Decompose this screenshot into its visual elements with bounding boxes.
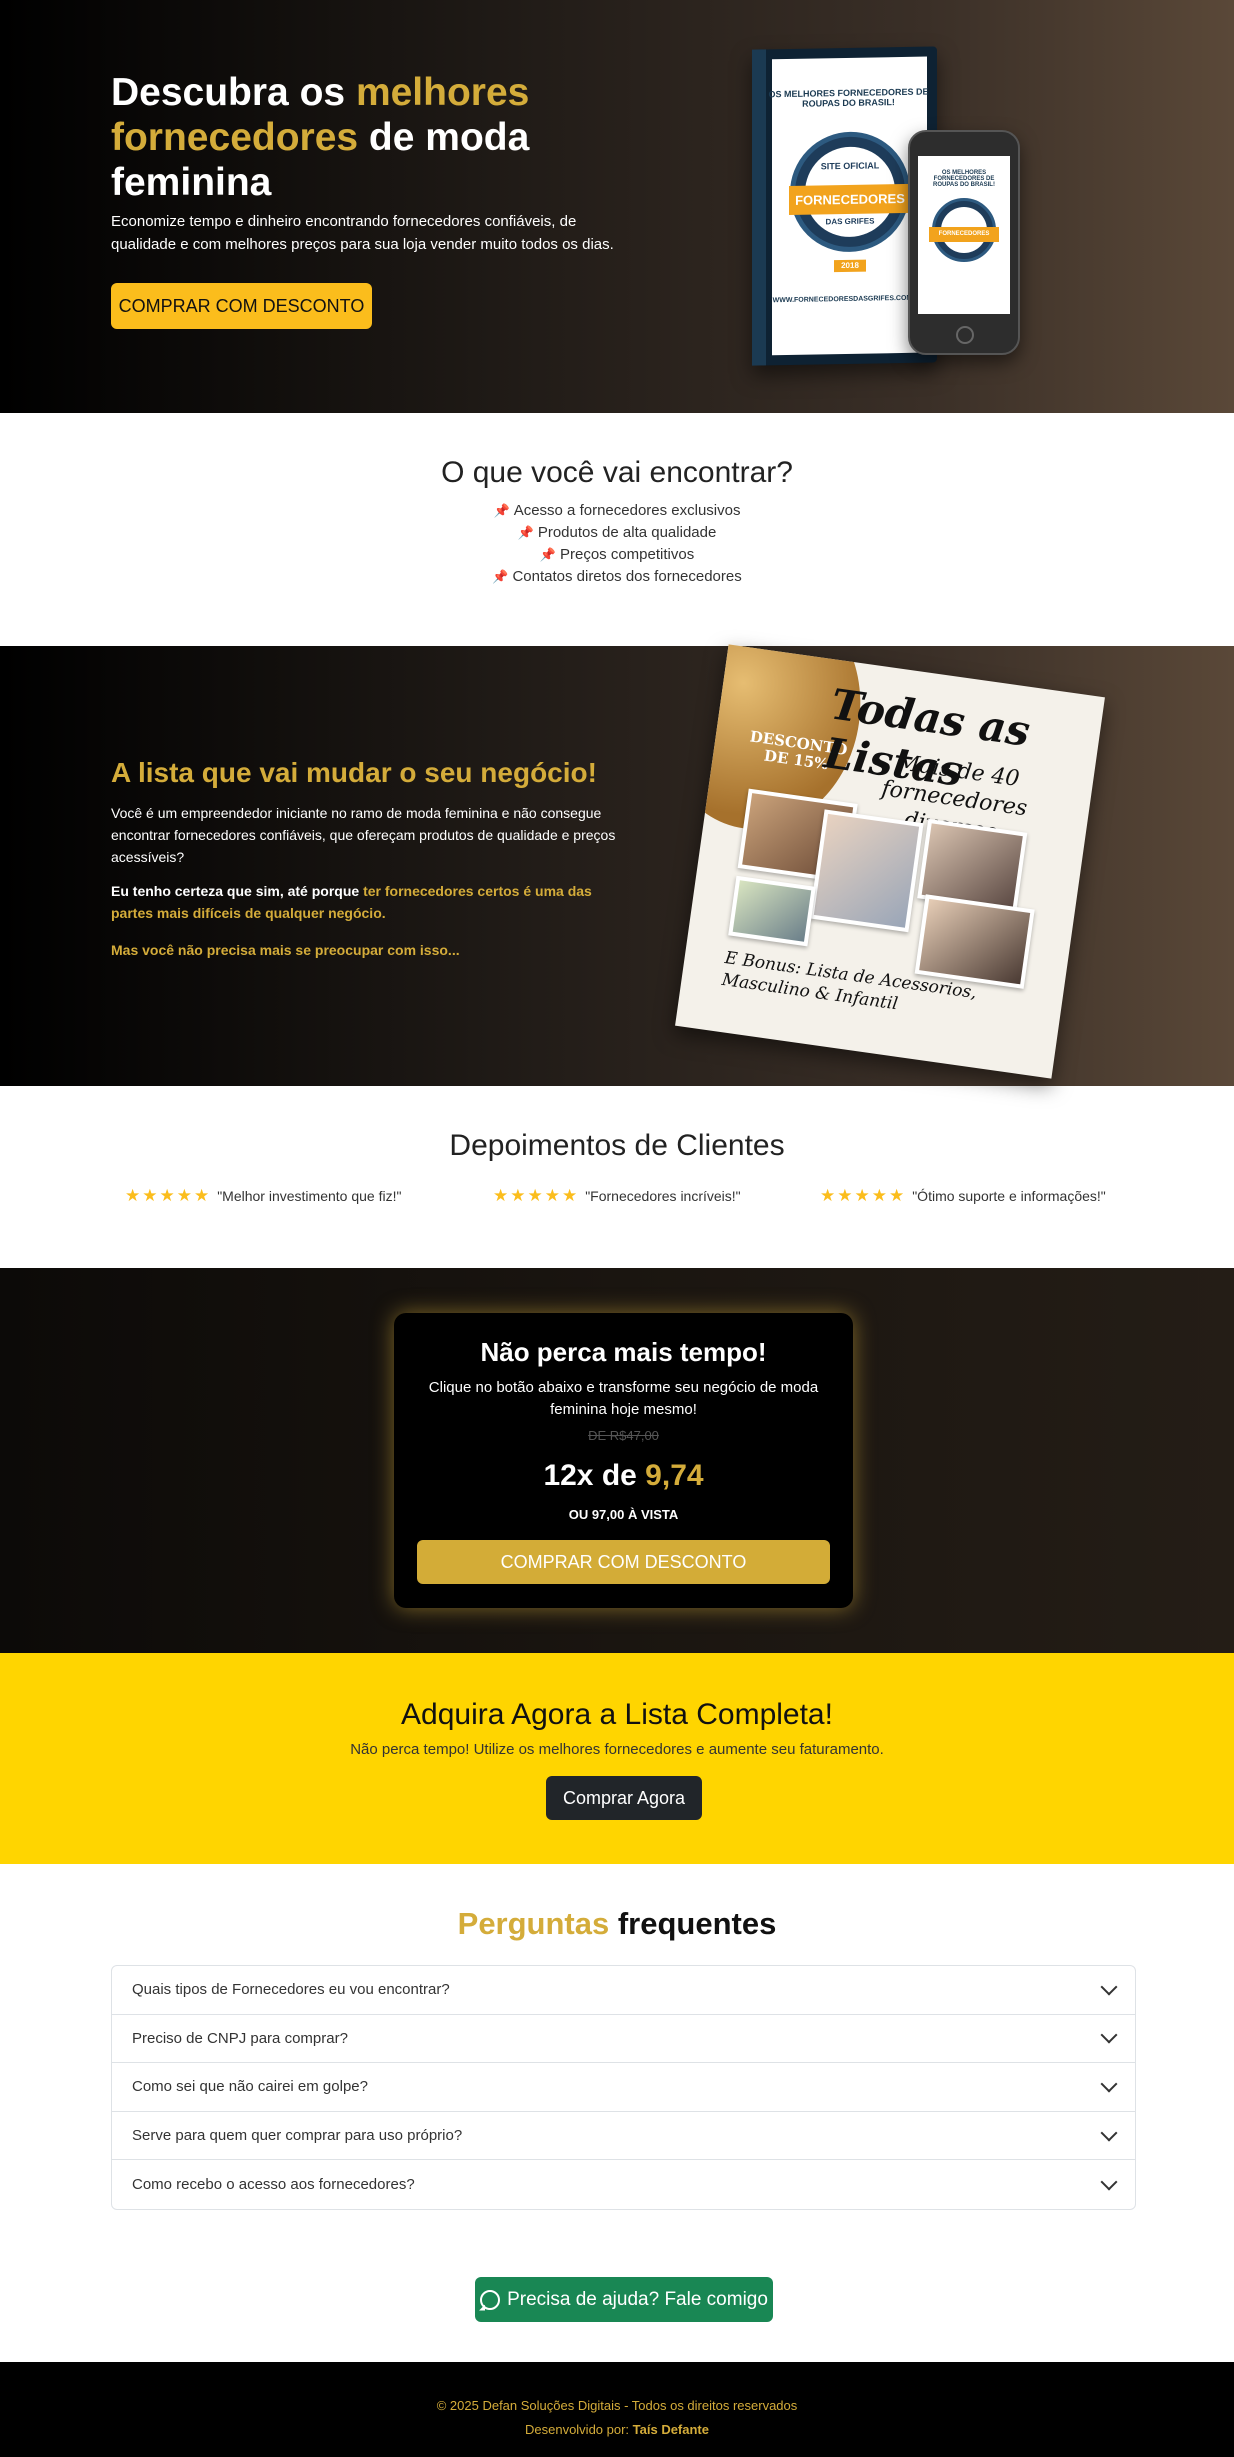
phone-seal: FORNECEDORES	[929, 198, 999, 262]
phone-home-button	[956, 326, 974, 344]
hero-buy-button[interactable]: COMPRAR COM DESCONTO	[111, 283, 372, 329]
testimonial-item: ★★★★★ "Melhor investimento que fiz!"	[125, 1186, 402, 1205]
whatsapp-icon	[480, 2289, 501, 2310]
feature-item: 📌 Produtos de alta qualidade	[517, 524, 717, 541]
faq-item[interactable]: Serve para quem quer comprar para uso pr…	[112, 2112, 1135, 2161]
faq-item[interactable]: Quais tipos de Fornecedores eu vou encon…	[112, 1966, 1135, 2015]
star-rating-icon: ★★★★★	[125, 1186, 212, 1205]
phone-top-text: OS MELHORES FORNECEDORES DE ROUPAS DO BR…	[933, 170, 995, 188]
footer: © 2025 Defan Soluções Digitais - Todos o…	[0, 2362, 1234, 2457]
fashion-photo	[914, 894, 1035, 989]
faq-question: Como recebo o acesso aos fornecedores?	[132, 2176, 415, 2194]
faq-question: Serve para quem quer comprar para uso pr…	[132, 2127, 463, 2145]
cash-price: OU 97,00 À VISTA	[568, 1507, 679, 1522]
pin-icon: 📌	[492, 569, 509, 584]
fashion-photo	[809, 809, 924, 933]
faq-question: Quais tipos de Fornecedores eu vou encon…	[132, 1981, 450, 1999]
offer-title: Não perca mais tempo!	[480, 1337, 767, 1367]
phone-mockup: OS MELHORES FORNECEDORES DE ROUPAS DO BR…	[908, 130, 1020, 355]
chevron-down-icon	[1100, 2026, 1118, 2044]
business-title: A lista que vai mudar o seu negócio!	[111, 757, 597, 788]
business-section: A lista que vai mudar o seu negócio! Voc…	[0, 644, 1234, 1086]
features-title: O que você vai encontrar?	[441, 456, 793, 489]
cta-subtitle: Não perca tempo! Utilize os melhores for…	[350, 1741, 884, 1758]
seal-bottom-label: DAS GRIFES	[825, 216, 875, 227]
offer-section: Não perca mais tempo! Clique no botão ab…	[0, 1268, 1234, 1653]
features-list: 📌 Acesso a fornecedores exclusivos 📌 Produ…	[0, 500, 1234, 588]
star-rating-icon: ★★★★★	[493, 1186, 580, 1205]
pin-icon: 📌	[517, 525, 534, 540]
help-button-label: Precisa de ajuda? Fale comigo	[507, 2288, 768, 2310]
copyright-text: © 2025 Defan Soluções Digitais - Todos o…	[436, 2398, 798, 2413]
fashion-photo	[728, 875, 816, 947]
pin-icon: 📌	[539, 547, 556, 562]
faq-accordion: Quais tipos de Fornecedores eu vou encon…	[111, 1965, 1136, 2210]
hero-description: Economize tempo e dinheiro encontrando f…	[111, 213, 614, 253]
seal-band: FORNECEDORES	[789, 184, 911, 215]
developer-credit: Desenvolvido por: Taís Defante	[524, 2422, 709, 2437]
testimonial-item: ★★★★★ "Ótimo suporte e informações!"	[820, 1186, 1106, 1205]
developer-name[interactable]: Taís Defante	[633, 2422, 709, 2437]
faq-title: Perguntas frequentes	[457, 1906, 777, 1941]
old-price: DE R$47,00	[588, 1428, 659, 1443]
feature-item: 📌 Contatos diretos dos fornecedores	[492, 568, 742, 585]
offer-description: Clique no botão abaixo e transforme seu …	[428, 1379, 819, 1418]
feature-item: 📌 Preços competitivos	[539, 546, 695, 563]
chevron-down-icon	[1100, 2075, 1118, 2093]
faq-item[interactable]: Como recebo o acesso aos fornecedores?	[112, 2160, 1135, 2209]
chevron-down-icon	[1100, 2124, 1118, 2142]
faq-question: Como sei que não cairei em golpe?	[132, 2078, 368, 2096]
promo-poster: DESCONTO DE 15% Todas as Listas Mais de …	[675, 644, 1105, 1079]
book-top-text: OS MELHORES FORNECEDORES DE ROUPAS DO BR…	[768, 86, 929, 109]
seal-label: SITE OFICIAL	[820, 160, 880, 172]
phone-seal-band: FORNECEDORES	[929, 226, 999, 242]
phone-screen: OS MELHORES FORNECEDORES DE ROUPAS DO BR…	[918, 156, 1010, 314]
testimonials-title: Depoimentos de Clientes	[449, 1129, 785, 1162]
chevron-down-icon	[1100, 2173, 1118, 2191]
whatsapp-help-button[interactable]: Precisa de ajuda? Fale comigo	[475, 2277, 773, 2322]
pin-icon: 📌	[493, 503, 510, 518]
book-spine	[752, 49, 766, 366]
buy-now-button[interactable]: Comprar Agora	[546, 1776, 702, 1820]
offer-card: Não perca mais tempo! Clique no botão ab…	[394, 1313, 853, 1608]
offer-buy-button[interactable]: COMPRAR COM DESCONTO	[417, 1540, 830, 1584]
chevron-down-icon	[1100, 1978, 1118, 1996]
installment-price: 12x de 9,74	[543, 1459, 704, 1492]
testimonial-item: ★★★★★ "Fornecedores incríveis!"	[493, 1186, 741, 1205]
feature-item: 📌 Acesso a fornecedores exclusivos	[493, 502, 741, 519]
business-paragraph: Você é um empreendedor iniciante no ramo…	[111, 805, 616, 865]
business-highlight-paragraph: Eu tenho certeza que sim, até porque ter…	[111, 883, 592, 921]
hero-title: Descubra os melhores fornecedores de mod…	[111, 70, 671, 205]
business-closing-line: Mas você não precisa mais se preocupar c…	[111, 942, 460, 958]
hero-section: Descubra os melhores fornecedores de mod…	[0, 0, 1234, 413]
star-rating-icon: ★★★★★	[820, 1186, 907, 1205]
seal-year: 2018	[834, 259, 866, 273]
faq-item[interactable]: Preciso de CNPJ para comprar?	[112, 2015, 1135, 2064]
cta-section: Adquira Agora a Lista Completa! Não perc…	[0, 1653, 1234, 1864]
faq-item[interactable]: Como sei que não cairei em golpe?	[112, 2063, 1135, 2112]
hero-title-part1: Descubra os	[111, 71, 356, 114]
cta-title: Adquira Agora a Lista Completa!	[401, 1698, 833, 1731]
faq-question: Preciso de CNPJ para comprar?	[132, 2029, 348, 2047]
testimonials-section: Depoimentos de Clientes	[0, 1086, 1234, 1268]
features-section: O que você vai encontrar? 📌 Acesso a forn…	[0, 413, 1234, 646]
